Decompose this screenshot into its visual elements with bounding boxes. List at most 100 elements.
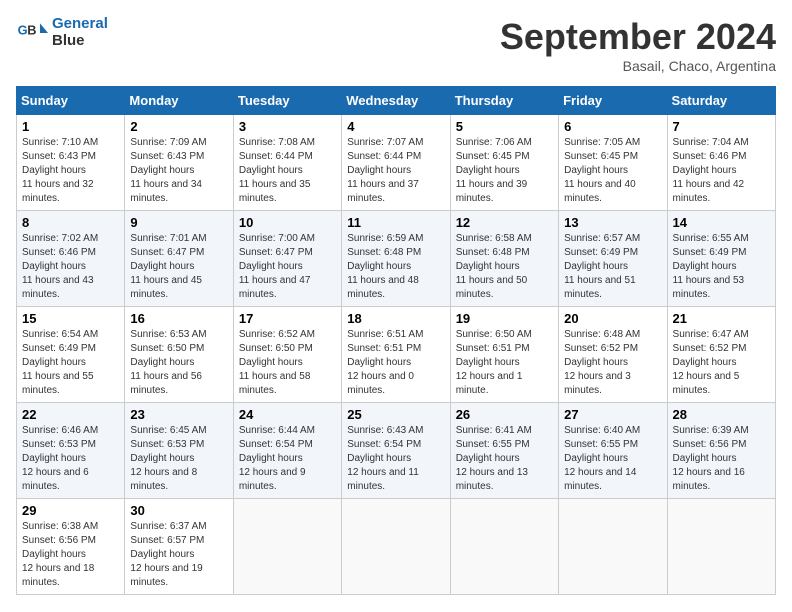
day-cell-26: 26 Sunrise: 6:41 AM Sunset: 6:55 PM Dayl… [450,403,558,499]
day-number: 19 [456,311,553,326]
location: Basail, Chaco, Argentina [500,58,776,74]
day-number: 5 [456,119,553,134]
day-number: 6 [564,119,661,134]
week-row-5: 29 Sunrise: 6:38 AM Sunset: 6:56 PM Dayl… [17,499,776,595]
day-cell-9: 9 Sunrise: 7:01 AM Sunset: 6:47 PM Dayli… [125,211,233,307]
day-cell-14: 14 Sunrise: 6:55 AM Sunset: 6:49 PM Dayl… [667,211,775,307]
col-header-monday: Monday [125,87,233,115]
day-number: 16 [130,311,227,326]
day-number: 30 [130,503,227,518]
day-info: Sunrise: 6:57 AM Sunset: 6:49 PM Dayligh… [564,232,661,302]
day-number: 12 [456,215,553,230]
day-number: 22 [22,407,119,422]
day-cell-24: 24 Sunrise: 6:44 AM Sunset: 6:54 PM Dayl… [233,403,341,499]
day-info: Sunrise: 6:41 AM Sunset: 6:55 PM Dayligh… [456,424,553,494]
week-row-3: 15 Sunrise: 6:54 AM Sunset: 6:49 PM Dayl… [17,307,776,403]
day-number: 2 [130,119,227,134]
day-cell-17: 17 Sunrise: 6:52 AM Sunset: 6:50 PM Dayl… [233,307,341,403]
day-number: 28 [673,407,770,422]
day-number: 8 [22,215,119,230]
day-number: 13 [564,215,661,230]
day-cell-1: 1 Sunrise: 7:10 AM Sunset: 6:43 PM Dayli… [17,115,125,211]
day-info: Sunrise: 6:47 AM Sunset: 6:52 PM Dayligh… [673,328,770,398]
day-cell-8: 8 Sunrise: 7:02 AM Sunset: 6:46 PM Dayli… [17,211,125,307]
day-info: Sunrise: 7:00 AM Sunset: 6:47 PM Dayligh… [239,232,336,302]
day-info: Sunrise: 7:07 AM Sunset: 6:44 PM Dayligh… [347,136,444,206]
col-header-saturday: Saturday [667,87,775,115]
header-row: SundayMondayTuesdayWednesdayThursdayFrid… [17,87,776,115]
day-cell-5: 5 Sunrise: 7:06 AM Sunset: 6:45 PM Dayli… [450,115,558,211]
day-info: Sunrise: 6:53 AM Sunset: 6:50 PM Dayligh… [130,328,227,398]
day-cell-3: 3 Sunrise: 7:08 AM Sunset: 6:44 PM Dayli… [233,115,341,211]
day-number: 18 [347,311,444,326]
day-info: Sunrise: 6:43 AM Sunset: 6:54 PM Dayligh… [347,424,444,494]
day-number: 25 [347,407,444,422]
day-info: Sunrise: 6:48 AM Sunset: 6:52 PM Dayligh… [564,328,661,398]
day-info: Sunrise: 6:55 AM Sunset: 6:49 PM Dayligh… [673,232,770,302]
month-title: September 2024 [500,16,776,58]
page-header: G B General Blue September 2024 Basail, … [16,16,776,74]
calendar-table: SundayMondayTuesdayWednesdayThursdayFrid… [16,86,776,595]
day-info: Sunrise: 7:06 AM Sunset: 6:45 PM Dayligh… [456,136,553,206]
day-cell-12: 12 Sunrise: 6:58 AM Sunset: 6:48 PM Dayl… [450,211,558,307]
day-cell-7: 7 Sunrise: 7:04 AM Sunset: 6:46 PM Dayli… [667,115,775,211]
col-header-tuesday: Tuesday [233,87,341,115]
day-number: 4 [347,119,444,134]
day-cell-6: 6 Sunrise: 7:05 AM Sunset: 6:45 PM Dayli… [559,115,667,211]
empty-cell [233,499,341,595]
col-header-thursday: Thursday [450,87,558,115]
day-number: 29 [22,503,119,518]
day-info: Sunrise: 6:50 AM Sunset: 6:51 PM Dayligh… [456,328,553,398]
empty-cell [450,499,558,595]
day-cell-23: 23 Sunrise: 6:45 AM Sunset: 6:53 PM Dayl… [125,403,233,499]
day-cell-20: 20 Sunrise: 6:48 AM Sunset: 6:52 PM Dayl… [559,307,667,403]
day-number: 15 [22,311,119,326]
day-cell-13: 13 Sunrise: 6:57 AM Sunset: 6:49 PM Dayl… [559,211,667,307]
col-header-friday: Friday [559,87,667,115]
day-cell-19: 19 Sunrise: 6:50 AM Sunset: 6:51 PM Dayl… [450,307,558,403]
day-info: Sunrise: 7:02 AM Sunset: 6:46 PM Dayligh… [22,232,119,302]
day-info: Sunrise: 7:09 AM Sunset: 6:43 PM Dayligh… [130,136,227,206]
day-info: Sunrise: 6:54 AM Sunset: 6:49 PM Dayligh… [22,328,119,398]
logo-general: General [52,15,108,32]
day-number: 3 [239,119,336,134]
day-cell-15: 15 Sunrise: 6:54 AM Sunset: 6:49 PM Dayl… [17,307,125,403]
day-number: 27 [564,407,661,422]
day-number: 21 [673,311,770,326]
day-number: 14 [673,215,770,230]
col-header-wednesday: Wednesday [342,87,450,115]
logo: G B General Blue [16,16,108,49]
day-cell-11: 11 Sunrise: 6:59 AM Sunset: 6:48 PM Dayl… [342,211,450,307]
day-cell-30: 30 Sunrise: 6:37 AM Sunset: 6:57 PM Dayl… [125,499,233,595]
day-number: 26 [456,407,553,422]
day-number: 24 [239,407,336,422]
day-number: 20 [564,311,661,326]
day-cell-28: 28 Sunrise: 6:39 AM Sunset: 6:56 PM Dayl… [667,403,775,499]
empty-cell [667,499,775,595]
empty-cell [559,499,667,595]
day-info: Sunrise: 7:08 AM Sunset: 6:44 PM Dayligh… [239,136,336,206]
day-number: 17 [239,311,336,326]
day-cell-2: 2 Sunrise: 7:09 AM Sunset: 6:43 PM Dayli… [125,115,233,211]
col-header-sunday: Sunday [17,87,125,115]
week-row-2: 8 Sunrise: 7:02 AM Sunset: 6:46 PM Dayli… [17,211,776,307]
day-cell-10: 10 Sunrise: 7:00 AM Sunset: 6:47 PM Dayl… [233,211,341,307]
day-number: 11 [347,215,444,230]
day-info: Sunrise: 7:10 AM Sunset: 6:43 PM Dayligh… [22,136,119,206]
day-info: Sunrise: 6:51 AM Sunset: 6:51 PM Dayligh… [347,328,444,398]
day-info: Sunrise: 6:44 AM Sunset: 6:54 PM Dayligh… [239,424,336,494]
day-cell-18: 18 Sunrise: 6:51 AM Sunset: 6:51 PM Dayl… [342,307,450,403]
day-info: Sunrise: 6:37 AM Sunset: 6:57 PM Dayligh… [130,520,227,590]
svg-text:B: B [27,22,36,37]
day-cell-27: 27 Sunrise: 6:40 AM Sunset: 6:55 PM Dayl… [559,403,667,499]
day-info: Sunrise: 6:40 AM Sunset: 6:55 PM Dayligh… [564,424,661,494]
logo-icon: G B [16,17,48,49]
day-info: Sunrise: 6:58 AM Sunset: 6:48 PM Dayligh… [456,232,553,302]
day-number: 1 [22,119,119,134]
day-cell-25: 25 Sunrise: 6:43 AM Sunset: 6:54 PM Dayl… [342,403,450,499]
day-info: Sunrise: 6:59 AM Sunset: 6:48 PM Dayligh… [347,232,444,302]
logo-blue: Blue [52,33,108,50]
day-info: Sunrise: 6:52 AM Sunset: 6:50 PM Dayligh… [239,328,336,398]
day-cell-4: 4 Sunrise: 7:07 AM Sunset: 6:44 PM Dayli… [342,115,450,211]
day-number: 10 [239,215,336,230]
